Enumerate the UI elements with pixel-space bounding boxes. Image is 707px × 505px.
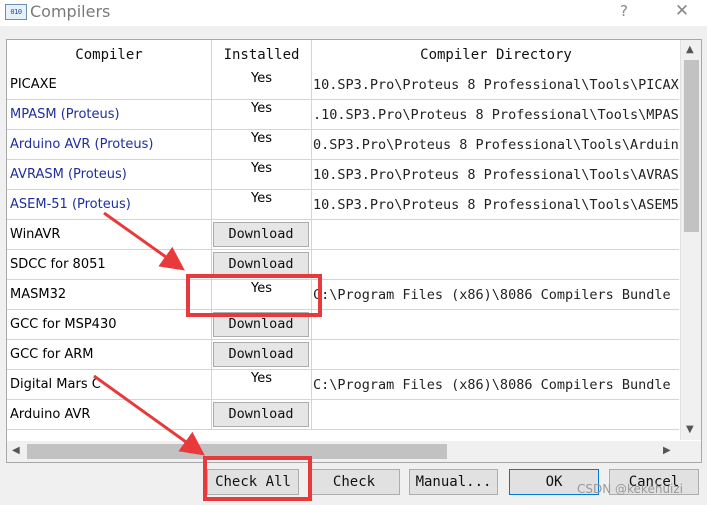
arrow-to-masm32 — [103, 211, 185, 271]
annotation-arrows — [93, 211, 205, 456]
watermark: CSDN @kekehuizi — [577, 482, 684, 496]
arrow-to-check-all — [93, 374, 205, 456]
